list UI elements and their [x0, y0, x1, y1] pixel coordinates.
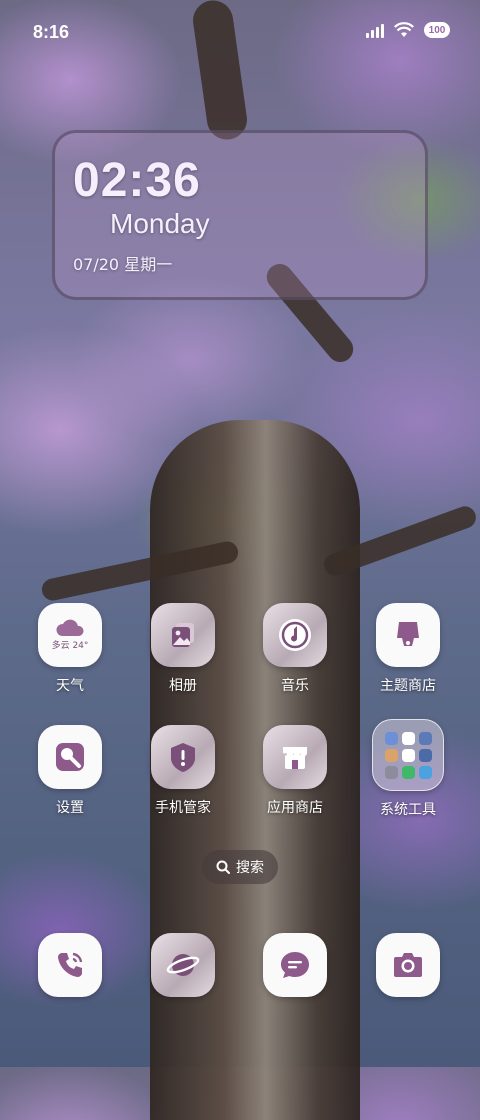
theme-store-icon: [376, 603, 440, 667]
dock-camera[interactable]: [353, 933, 463, 997]
wifi-icon: [394, 22, 414, 37]
app-store-icon: [263, 725, 327, 789]
dock-browser[interactable]: [128, 933, 238, 997]
browser-planet-icon: [151, 933, 215, 997]
weather-icon: 多云 24°: [38, 603, 102, 667]
status-bar: 8:16 100: [0, 0, 480, 64]
app-theme-store[interactable]: 主题商店: [353, 603, 463, 695]
widget-weekday: Monday: [110, 208, 210, 239]
status-time: 8:16: [33, 22, 70, 42]
app-label: 系统工具: [380, 802, 436, 818]
app-label: 音乐: [281, 678, 309, 694]
battery-icon: 100: [424, 22, 450, 38]
clock-widget[interactable]: 02:36 Monday 07/20 星期一: [52, 130, 428, 300]
app-label: 手机管家: [155, 800, 211, 816]
security-shield-icon: [151, 725, 215, 789]
app-music[interactable]: 音乐: [240, 603, 350, 695]
app-app-store[interactable]: 应用商店: [240, 725, 350, 817]
app-system-tools-folder[interactable]: 系统工具: [353, 719, 463, 819]
app-label: 应用商店: [267, 800, 323, 816]
app-phone-manager[interactable]: 手机管家: [128, 725, 238, 817]
dock-messages[interactable]: [240, 933, 350, 997]
app-label: 设置: [56, 800, 84, 816]
search-icon: [216, 860, 230, 874]
weather-summary: 多云 24°: [51, 641, 89, 651]
app-gallery[interactable]: 相册: [128, 603, 238, 695]
widget-date: 07/20 星期一: [73, 255, 173, 274]
widget-time: 02:36: [73, 154, 201, 207]
music-icon: [263, 603, 327, 667]
camera-icon: [376, 933, 440, 997]
app-label: 主题商店: [380, 678, 436, 694]
app-label: 相册: [169, 678, 197, 694]
app-settings[interactable]: 设置: [15, 725, 125, 817]
app-label: 天气: [56, 678, 84, 694]
messages-icon: [263, 933, 327, 997]
folder-icon: [372, 719, 444, 791]
search-label: 搜索: [236, 860, 264, 876]
gallery-icon: [151, 603, 215, 667]
app-weather[interactable]: 多云 24° 天气: [15, 603, 125, 695]
search-button[interactable]: 搜索: [202, 850, 278, 884]
dock-phone[interactable]: [15, 933, 125, 997]
signal-icon: [366, 22, 384, 38]
phone-icon: [38, 933, 102, 997]
settings-icon: [38, 725, 102, 789]
